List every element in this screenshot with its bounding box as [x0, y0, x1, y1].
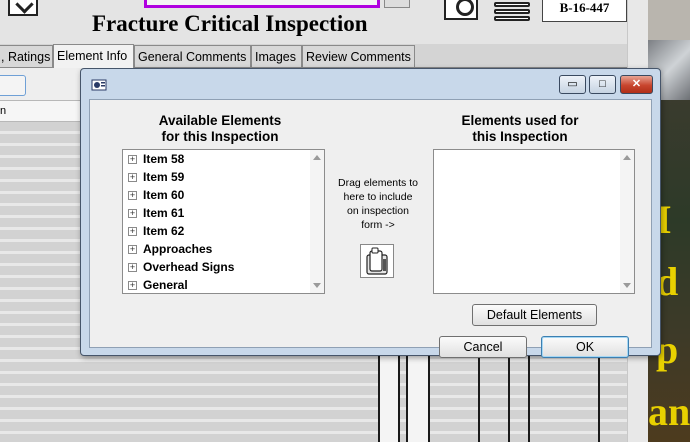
list-item-label: Item 60: [143, 188, 185, 202]
expand-icon[interactable]: +: [128, 281, 137, 290]
list-item[interactable]: + Item 62: [123, 223, 310, 241]
title-highlight-box: [144, 0, 380, 8]
list-item[interactable]: + Item 59: [123, 169, 310, 187]
default-elements-button[interactable]: Default Elements: [472, 304, 597, 326]
available-elements-heading: Available Elements for this Inspection: [130, 113, 310, 145]
list-item[interactable]: + Item 61: [123, 205, 310, 223]
drag-hint-line: Drag elements to: [338, 177, 418, 189]
tab-element-info[interactable]: Element Info: [53, 44, 134, 68]
expand-icon[interactable]: +: [128, 245, 137, 254]
header-bar: Fracture Critical Inspection B-16-447: [0, 0, 648, 44]
printer-icon[interactable]: [492, 0, 532, 22]
scroll-up-icon[interactable]: [313, 155, 321, 160]
photo-sky: [648, 0, 690, 40]
photo-text: an: [648, 389, 690, 434]
expand-icon[interactable]: +: [128, 263, 137, 272]
minimize-button[interactable]: ▭: [559, 75, 586, 94]
scroll-up-icon[interactable]: [623, 155, 631, 160]
grid-header-label: n: [0, 105, 7, 117]
paper-stack-icon: [366, 247, 388, 275]
list-item-label: Item 61: [143, 206, 185, 220]
heading-line: this Inspection: [472, 129, 568, 144]
list-item-label: Approaches: [143, 242, 213, 256]
list-item-label: Overhead Signs: [143, 260, 235, 274]
close-icon: ✕: [631, 78, 642, 90]
list-item-label: Item 59: [143, 170, 185, 184]
dialog-content: Available Elements for this Inspection E…: [89, 99, 652, 358]
drag-hint-line: on inspection: [347, 205, 409, 217]
tab-images[interactable]: Images: [251, 45, 302, 68]
drag-hint: Drag elements to here to include on insp…: [332, 176, 424, 232]
drag-hint-line: form ->: [361, 219, 395, 231]
expand-icon[interactable]: +: [128, 209, 137, 218]
app-icon: [91, 79, 107, 91]
list-item-label: General: [143, 278, 188, 292]
drag-hint-line: here to include: [343, 191, 413, 203]
close-button[interactable]: ✕: [620, 75, 653, 94]
tab-ratings[interactable]: , Ratings: [0, 45, 53, 68]
expand-icon[interactable]: +: [128, 191, 137, 200]
tab-review-comments[interactable]: Review Comments: [302, 45, 415, 68]
heading-line: for this Inspection: [161, 129, 279, 144]
element-selection-dialog: ▭ □ ✕ Available Elements for this Inspec…: [80, 68, 661, 358]
list-item[interactable]: + Item 58: [123, 151, 310, 169]
available-elements-list[interactable]: + Item 58 + Item 59 + Item 60 + Item 61 + Ite…: [122, 149, 325, 294]
list-item[interactable]: + Item 60: [123, 187, 310, 205]
panel-button[interactable]: [0, 75, 26, 96]
list-scrollbar[interactable]: [310, 150, 324, 293]
used-elements-heading: Elements used for this Inspection: [440, 113, 600, 145]
ok-button[interactable]: OK: [541, 336, 629, 358]
expand-icon[interactable]: +: [128, 173, 137, 182]
list-item[interactable]: + Approaches: [123, 241, 310, 259]
bridge-id-field: B-16-447: [542, 0, 627, 22]
checkmark-icon[interactable]: [8, 0, 38, 16]
maximize-button[interactable]: □: [589, 75, 616, 94]
list-item-label: Item 58: [143, 152, 185, 166]
cancel-button[interactable]: Cancel: [439, 336, 527, 358]
minimize-icon: ▭: [567, 78, 578, 90]
maximize-icon: □: [599, 78, 606, 90]
scroll-down-icon[interactable]: [313, 283, 321, 288]
dialog-titlebar[interactable]: ▭ □ ✕: [81, 69, 660, 98]
list-scrollbar[interactable]: [620, 150, 634, 293]
page-title: Fracture Critical Inspection: [92, 11, 368, 36]
expand-icon[interactable]: +: [128, 155, 137, 164]
list-item[interactable]: + Overhead Signs: [123, 259, 310, 277]
list-item-label: Item 62: [143, 224, 185, 238]
heading-line: Elements used for: [461, 113, 579, 128]
header-button[interactable]: [384, 0, 410, 8]
magnifier-icon[interactable]: [444, 0, 478, 20]
list-item[interactable]: + General: [123, 277, 310, 293]
expand-icon[interactable]: +: [128, 227, 137, 236]
scroll-down-icon[interactable]: [623, 283, 631, 288]
heading-line: Available Elements: [158, 113, 282, 128]
tab-general-comments[interactable]: General Comments: [134, 45, 251, 68]
drag-handle[interactable]: [360, 244, 394, 278]
used-elements-list[interactable]: [433, 149, 635, 294]
